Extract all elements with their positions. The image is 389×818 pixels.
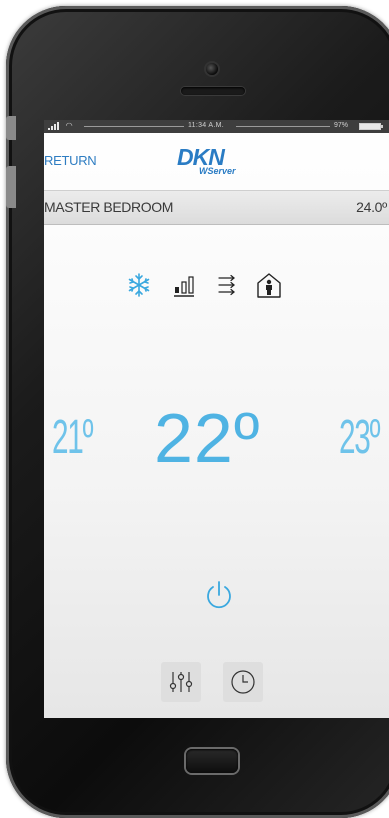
- fan-speed-button[interactable]: [170, 270, 200, 300]
- front-camera: [206, 63, 218, 75]
- setpoint-current: 22º: [154, 399, 261, 477]
- status-divider: [236, 126, 330, 127]
- status-time: 11:34 A.M.: [188, 122, 224, 129]
- battery-percent: 97%: [334, 122, 349, 129]
- snowflake-icon: [128, 273, 150, 297]
- signal-icon: [48, 122, 59, 130]
- wifi-icon: ◜◝: [66, 121, 73, 130]
- app-logo: DKN WServer: [177, 144, 257, 180]
- battery-icon: [359, 123, 383, 130]
- volume-up-button: [6, 166, 16, 208]
- mode-selector: [44, 270, 389, 300]
- room-header: MASTER BEDROOM 24.0º: [44, 190, 389, 225]
- occupancy-icon: [257, 273, 281, 298]
- power-button[interactable]: [202, 578, 236, 612]
- earpiece-speaker: [181, 87, 245, 95]
- airflow-direction-button[interactable]: [212, 270, 242, 300]
- logo-sub: WServer: [199, 166, 236, 176]
- clock-icon: [231, 670, 255, 694]
- schedule-button[interactable]: [223, 662, 263, 702]
- sliders-icon: [169, 672, 193, 692]
- status-divider: [84, 126, 184, 127]
- settings-button[interactable]: [161, 662, 201, 702]
- setpoint-higher[interactable]: 23º: [339, 410, 380, 465]
- phone-frame: ◜◝ 11:34 A.M. 97% RETURN DKN WServer MAS…: [6, 6, 389, 818]
- setpoint-selector: 21º 22º 23º: [44, 390, 389, 490]
- return-button[interactable]: RETURN: [44, 153, 97, 168]
- power-icon: [207, 581, 231, 609]
- app-screen: ◜◝ 11:34 A.M. 97% RETURN DKN WServer MAS…: [44, 120, 389, 718]
- cool-mode-button[interactable]: [124, 270, 154, 300]
- home-button[interactable]: [186, 749, 238, 773]
- setpoint-lower[interactable]: 21º: [52, 410, 93, 465]
- status-bar: ◜◝ 11:34 A.M. 97%: [44, 120, 389, 133]
- occupancy-button[interactable]: [254, 270, 284, 300]
- fan-speed-icon: [174, 276, 194, 297]
- mute-switch: [6, 116, 16, 140]
- airflow-direction-icon: [218, 274, 235, 296]
- room-name: MASTER BEDROOM: [44, 199, 173, 215]
- room-temperature: 24.0º: [356, 199, 387, 215]
